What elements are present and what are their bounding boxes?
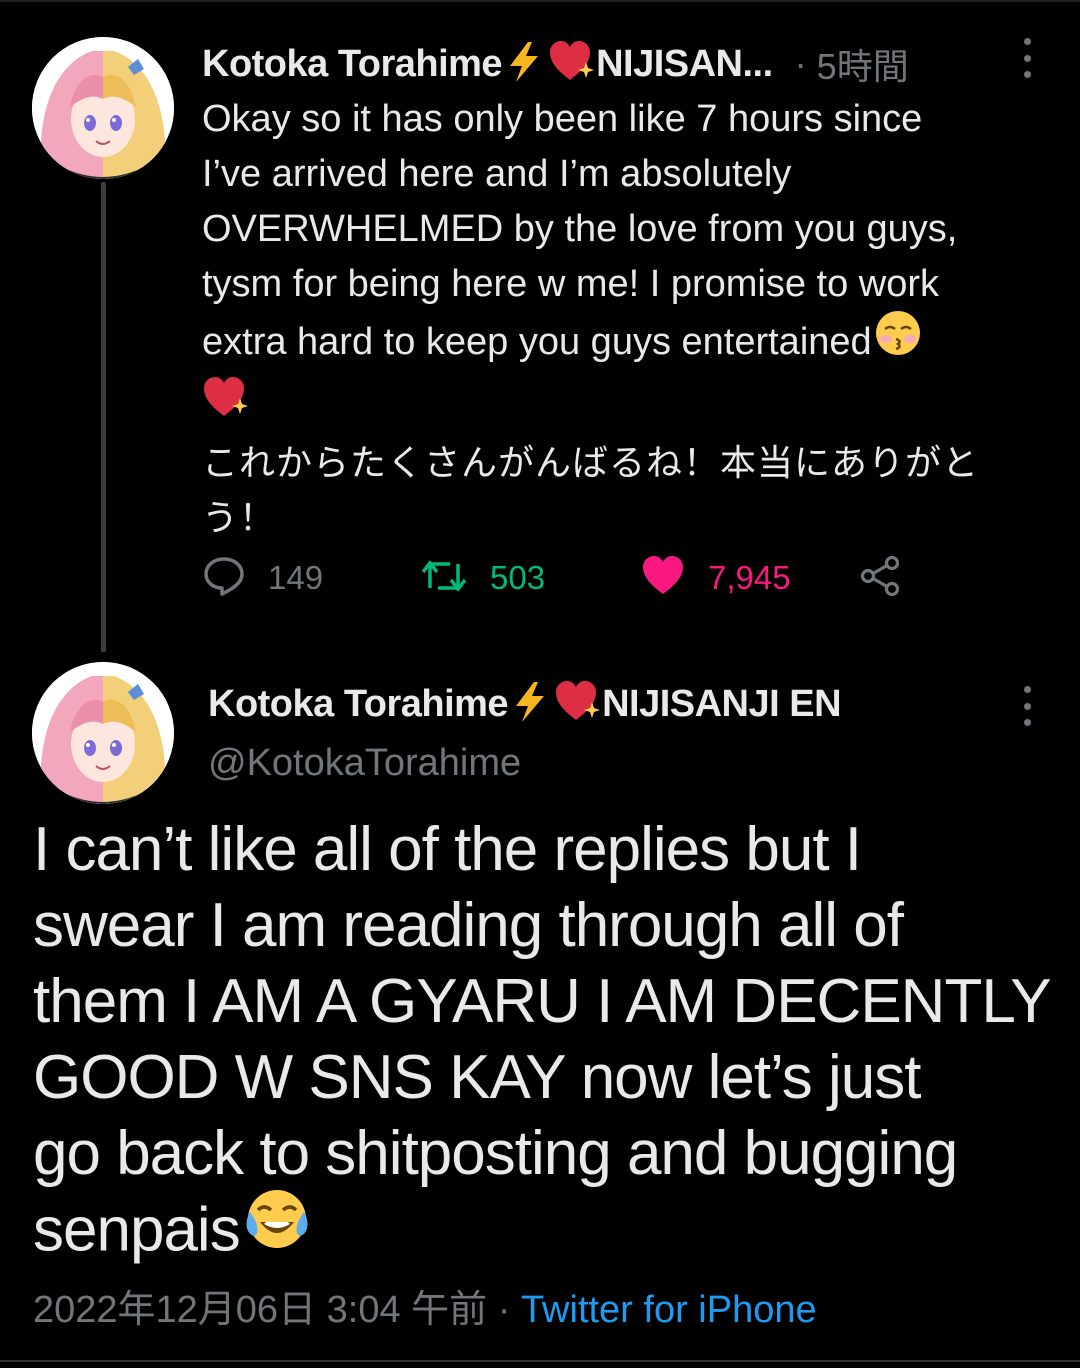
top-divider: [0, 0, 1080, 2]
sparkling-heart-icon: [554, 680, 602, 729]
bottom-divider: [0, 1360, 1080, 1362]
tweet-source-link[interactable]: Twitter for iPhone: [521, 1289, 817, 1331]
tweet-text-line: Okay so it has only been like 7 hours si…: [202, 98, 923, 140]
display-name-suffix[interactable]: NIJISAN...: [596, 43, 773, 86]
heart-filled-icon: [640, 554, 686, 603]
tweet-text-line: I can’t like all of the replies but I: [33, 815, 862, 884]
avatar-illustration: [32, 662, 174, 804]
share-button[interactable]: [858, 552, 902, 604]
avatar[interactable]: [32, 662, 174, 804]
tweet-meta: 2022年12月06日 3:04 午前 · Twitter for iPhone: [33, 1278, 817, 1333]
display-name-suffix[interactable]: NIJISANJI EN: [602, 683, 841, 726]
tweet-text-line: I’ve arrived here and I’m absolutely: [202, 153, 792, 195]
tweet-text-line: extra hard to keep you guys entertained: [202, 321, 872, 364]
tweet-text-line-with-emoji: senpais: [33, 1190, 1053, 1276]
tweet-text-line-japanese: う！: [202, 498, 277, 539]
reply-button[interactable]: 149: [202, 552, 323, 604]
user-handle[interactable]: @KotokaTorahime: [208, 742, 521, 785]
tweet-text-line: senpais: [33, 1195, 241, 1265]
meta-separator: ·: [794, 43, 807, 84]
tweet-text-line: tysm for being here w me! I promise to w…: [202, 263, 940, 305]
main-tweet-text: I can’t like all of the replies but I sw…: [33, 812, 1053, 1276]
kissing-face-icon: [874, 309, 922, 373]
avatar-illustration: [32, 37, 174, 179]
reply-count: 149: [268, 559, 324, 596]
retweet-icon: [420, 554, 468, 603]
display-name[interactable]: Kotoka Torahime: [208, 683, 509, 726]
thread-connector-line: [101, 182, 106, 652]
tweet-text-line: GOOD W SNS KAY now let’s just: [33, 1043, 922, 1112]
meta-separator: ·: [487, 1289, 521, 1331]
more-options-icon[interactable]: [1015, 38, 1039, 78]
high-voltage-icon: [510, 680, 550, 729]
like-count: 7,945: [708, 559, 791, 596]
tweet-text-line-with-emoji: extra hard to keep you guys entertained: [202, 309, 1062, 376]
face-with-tears-of-joy-icon: [244, 1186, 310, 1270]
tweet-time[interactable]: 5時間: [817, 38, 909, 90]
tweet-action-bar: 149 503 7,945: [202, 552, 922, 604]
retweet-button[interactable]: 503: [420, 552, 545, 604]
parent-tweet-header: Kotoka Torahime NIJISAN... · 5時間: [202, 38, 909, 90]
tweet-text-line: go back to shitposting and bugging: [33, 1119, 958, 1188]
reply-bubble-icon: [202, 554, 246, 603]
sparkling-heart-icon: [202, 376, 250, 436]
sparkling-heart-icon: [548, 40, 596, 89]
like-button[interactable]: 7,945: [640, 552, 791, 604]
more-options-icon[interactable]: [1015, 686, 1039, 726]
share-icon: [858, 554, 902, 603]
tweet-timestamp[interactable]: 2022年12月06日 3:04 午前: [33, 1289, 487, 1331]
avatar[interactable]: [32, 37, 174, 179]
main-tweet-header: Kotoka Torahime NIJISANJI EN: [208, 680, 842, 729]
tweet-text-line: swear I am reading through all of: [33, 891, 904, 960]
emoji-line: [202, 376, 1062, 436]
tweet-text-line: them I AM A GYARU I AM DECENTLY: [33, 967, 1052, 1036]
tweet-text-line-japanese: これからたくさんがんばるね！本当にありがと: [202, 443, 980, 484]
high-voltage-icon: [504, 40, 544, 89]
display-name[interactable]: Kotoka Torahime: [202, 43, 503, 86]
retweet-count: 503: [490, 559, 546, 596]
parent-tweet-text: Okay so it has only been like 7 hours si…: [202, 92, 1062, 546]
tweet-text-line: OVERWHELMED by the love from you guys,: [202, 208, 958, 250]
